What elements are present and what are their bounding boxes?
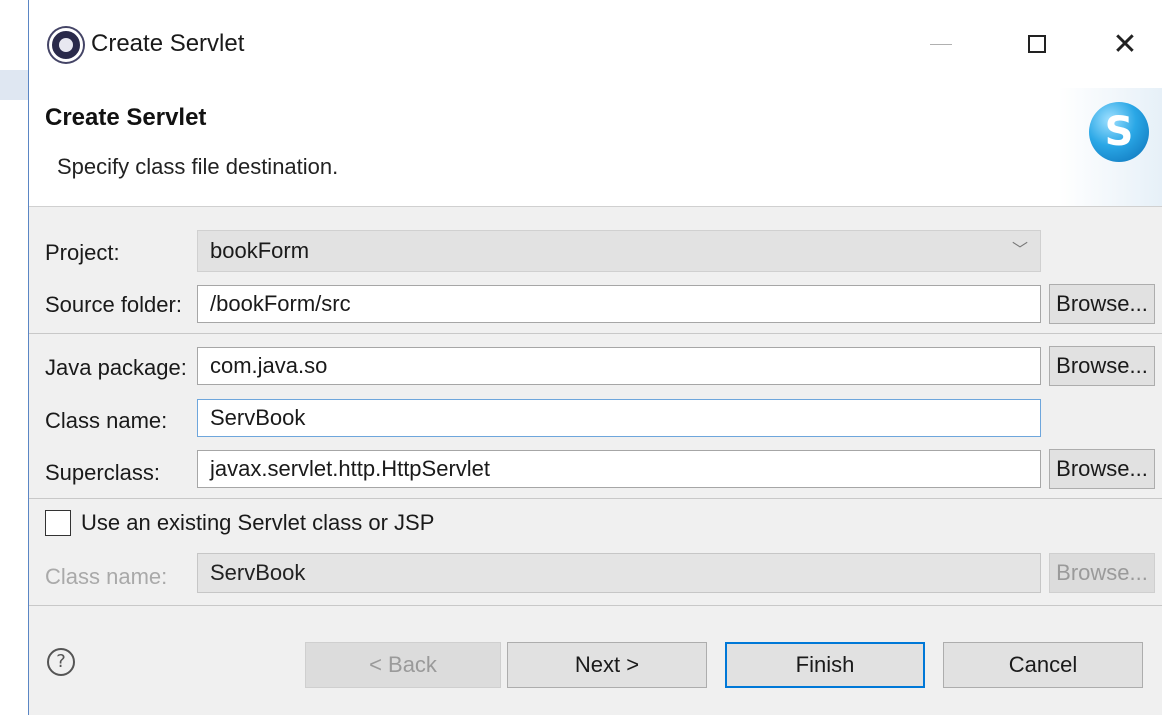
project-label: Project:	[45, 240, 120, 265]
existing-class-browse-button: Browse...	[1049, 553, 1155, 593]
wizard-description: Specify class file destination.	[57, 154, 339, 179]
servlet-wizard-icon: S	[1089, 102, 1149, 162]
section-divider	[29, 333, 1162, 334]
minimize-icon	[930, 43, 952, 45]
eclipse-icon	[49, 28, 83, 62]
create-servlet-dialog: Create Servlet ✕ Create Servlet Specify …	[28, 0, 1162, 715]
existing-class-name-label: Class name:	[45, 564, 168, 589]
help-icon[interactable]: ?	[47, 648, 75, 676]
minimize-button[interactable]	[909, 18, 973, 70]
project-combo[interactable]: bookForm ﹀	[197, 230, 1041, 272]
chevron-down-icon: ﹀	[1011, 242, 1028, 259]
class-name-label: Class name:	[45, 408, 168, 433]
use-existing-label[interactable]: Use an existing Servlet class or JSP	[81, 510, 434, 536]
java-package-label: Java package:	[45, 355, 187, 380]
superclass-browse-button[interactable]: Browse...	[1049, 449, 1155, 489]
finish-button[interactable]: Finish	[725, 642, 925, 688]
back-button: < Back	[305, 642, 501, 688]
source-folder-label: Source folder:	[45, 292, 182, 317]
maximize-button[interactable]	[1005, 18, 1069, 70]
superclass-label: Superclass:	[45, 460, 160, 485]
next-button[interactable]: Next >	[507, 642, 707, 688]
java-package-browse-button[interactable]: Browse...	[1049, 346, 1155, 386]
existing-class-name-input: ServBook	[197, 553, 1041, 593]
close-button[interactable]: ✕	[1093, 18, 1157, 70]
title-bar[interactable]: Create Servlet ✕	[29, 0, 1162, 88]
cancel-button[interactable]: Cancel	[943, 642, 1143, 688]
wizard-header: Create Servlet Specify class file destin…	[29, 88, 1162, 207]
section-divider-2	[29, 498, 1162, 499]
close-icon: ✕	[1112, 27, 1138, 61]
background-window-strip	[0, 70, 28, 100]
java-package-input[interactable]: com.java.so	[197, 347, 1041, 385]
project-value: bookForm	[210, 238, 310, 263]
maximize-icon	[1028, 35, 1046, 53]
use-existing-checkbox[interactable]	[45, 510, 71, 536]
superclass-input[interactable]: javax.servlet.http.HttpServlet	[197, 450, 1041, 488]
window-title: Create Servlet	[91, 30, 245, 57]
source-folder-browse-button[interactable]: Browse...	[1049, 284, 1155, 324]
class-name-input[interactable]: ServBook	[197, 399, 1041, 437]
button-bar-divider	[29, 605, 1162, 606]
source-folder-input[interactable]: /bookForm/src	[197, 285, 1041, 323]
wizard-title: Create Servlet	[45, 104, 207, 131]
